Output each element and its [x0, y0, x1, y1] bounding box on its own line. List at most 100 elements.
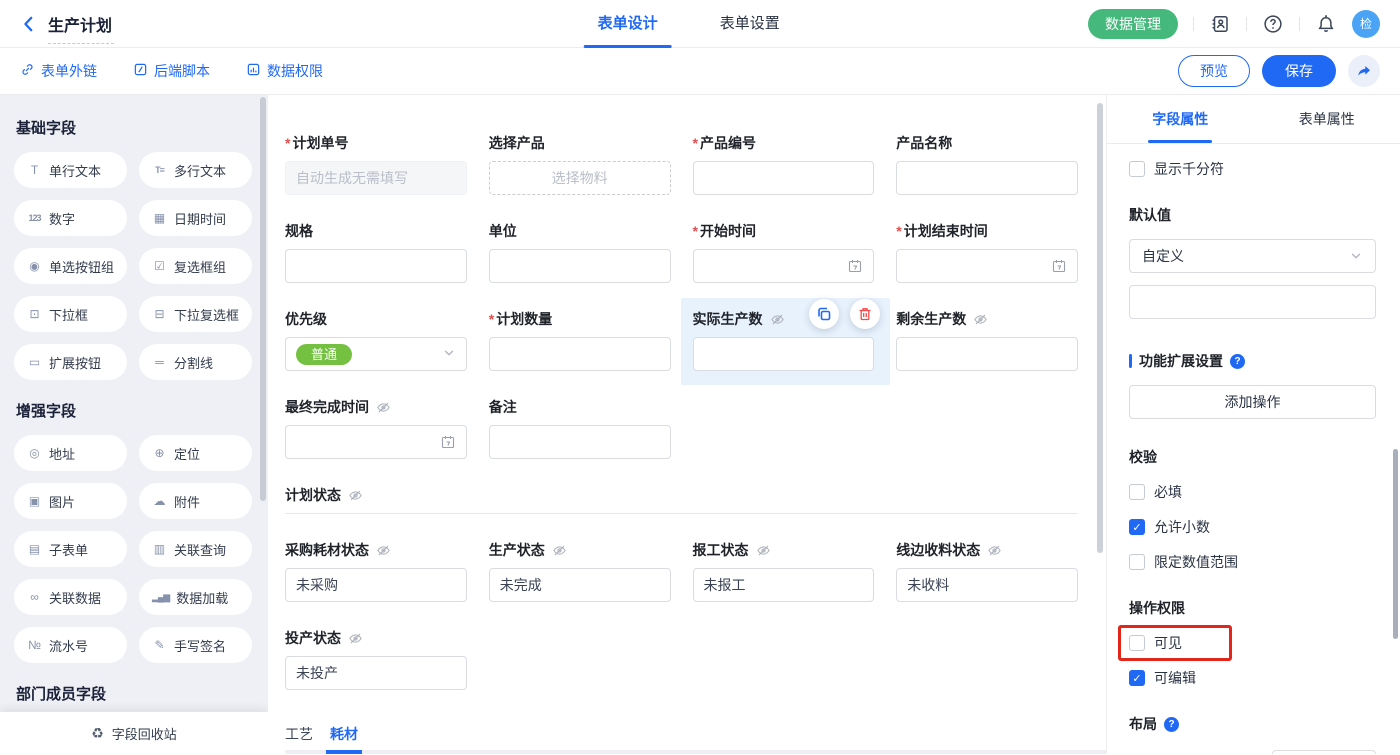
form-field[interactable]: *计划数量: [489, 309, 671, 371]
default-value-input[interactable]: [1129, 285, 1376, 319]
status-value-input[interactable]: 未采购: [285, 568, 467, 602]
help-circle-icon[interactable]: ?: [1164, 717, 1179, 732]
form-field[interactable]: 备注: [489, 397, 671, 459]
checkbox[interactable]: ✓: [1129, 670, 1145, 686]
field-type-item[interactable]: ☁附件: [139, 483, 252, 519]
panel-scrollbar[interactable]: [1393, 449, 1398, 639]
form-field[interactable]: 选择产品选择物料: [489, 133, 671, 195]
field-width-select[interactable]: 1/4: [1272, 750, 1376, 754]
validation-option[interactable]: 必填: [1129, 482, 1182, 502]
default-value-select[interactable]: 自定义: [1129, 239, 1376, 273]
field-type-item[interactable]: T≡多行文本: [139, 152, 252, 188]
status-value-input[interactable]: 未报工: [693, 568, 875, 602]
form-field[interactable]: 优先级普通: [285, 309, 467, 371]
field-type-item[interactable]: ▣图片: [14, 483, 127, 519]
form-field[interactable]: 产品名称: [896, 133, 1078, 195]
field-type-item[interactable]: №流水号: [14, 627, 127, 663]
form-field[interactable]: 规格: [285, 221, 467, 283]
field-type-item[interactable]: ∞关联数据: [14, 579, 127, 615]
header-tab[interactable]: 表单设计: [576, 0, 680, 48]
form-field[interactable]: 单位: [489, 221, 671, 283]
panel-tab[interactable]: 表单属性: [1254, 95, 1400, 143]
field-type-item[interactable]: T单行文本: [14, 152, 127, 188]
data-manage-button[interactable]: 数据管理: [1088, 9, 1178, 39]
priority-select[interactable]: 普通: [285, 337, 467, 371]
date-input[interactable]: [285, 425, 467, 459]
field-type-item[interactable]: ═分割线: [139, 344, 252, 380]
form-field[interactable]: 生产状态未完成: [489, 540, 671, 602]
thousand-separator-checkbox-row[interactable]: 显示千分符: [1129, 159, 1224, 179]
avatar[interactable]: 检: [1352, 10, 1380, 38]
status-value-input[interactable]: 未收料: [896, 568, 1078, 602]
toolbar-link[interactable]: 表单外链: [20, 61, 97, 81]
validation-option[interactable]: ✓允许小数: [1129, 517, 1210, 537]
field-type-item[interactable]: ▭扩展按钮: [14, 344, 127, 380]
form-field[interactable]: *计划结束时间: [896, 221, 1078, 283]
field-type-item[interactable]: 123数字: [14, 200, 127, 236]
field-recycle-bin[interactable]: ♻字段回收站: [0, 712, 268, 754]
subform-tab[interactable]: 工艺: [285, 724, 313, 750]
page-title[interactable]: 生产计划: [48, 12, 120, 36]
preview-button[interactable]: 预览: [1178, 55, 1250, 87]
validation-option[interactable]: 限定数值范围: [1129, 552, 1238, 572]
field-input-disabled[interactable]: 自动生成无需填写: [285, 161, 467, 195]
form-field[interactable]: 采购耗材状态未采购: [285, 540, 467, 602]
form-field[interactable]: 剩余生产数: [896, 309, 1078, 371]
copy-field-button[interactable]: [809, 299, 839, 329]
address-book-icon[interactable]: [1209, 13, 1231, 35]
text-input[interactable]: [693, 161, 875, 195]
text-input[interactable]: [285, 249, 467, 283]
field-type-item[interactable]: ◉单选按钮组: [14, 248, 127, 284]
field-type-item[interactable]: ▂▄▆数据加载: [139, 579, 252, 615]
text-input[interactable]: [896, 337, 1078, 371]
field-type-item[interactable]: ⊡下拉框: [14, 296, 127, 332]
status-value-input[interactable]: 未完成: [489, 568, 671, 602]
text-input[interactable]: [489, 249, 671, 283]
checkbox[interactable]: [1129, 484, 1145, 500]
form-field[interactable]: 实际生产数: [693, 309, 875, 371]
field-type-item[interactable]: ▥关联查询: [139, 531, 252, 567]
header-tab[interactable]: 表单设置: [698, 0, 802, 48]
form-field[interactable]: *开始时间: [693, 221, 875, 283]
add-operation-button[interactable]: 添加操作: [1129, 385, 1376, 419]
save-button[interactable]: 保存: [1262, 55, 1336, 87]
subform-tab[interactable]: 耗材: [330, 724, 358, 750]
share-button[interactable]: [1348, 55, 1380, 87]
field-type-item[interactable]: ◎地址: [14, 435, 127, 471]
date-input[interactable]: [896, 249, 1078, 283]
text-input[interactable]: [693, 337, 875, 371]
field-type-item[interactable]: ▦日期时间: [139, 200, 252, 236]
select-material-button[interactable]: 选择物料: [489, 161, 671, 195]
toolbar-link[interactable]: 后端脚本: [133, 61, 210, 81]
form-field[interactable]: *计划单号自动生成无需填写: [285, 133, 467, 195]
field-type-item[interactable]: ⊕定位: [139, 435, 252, 471]
sidebar-scrollbar[interactable]: [260, 97, 266, 501]
form-field[interactable]: 线边收料状态未收料: [896, 540, 1078, 602]
text-input[interactable]: [489, 337, 671, 371]
back-button[interactable]: [20, 15, 38, 33]
field-type-item[interactable]: ✎手写签名: [139, 627, 252, 663]
status-value-input[interactable]: 未投产: [285, 656, 467, 690]
text-input[interactable]: [896, 161, 1078, 195]
text-input[interactable]: [489, 425, 671, 459]
checkbox[interactable]: [1129, 554, 1145, 570]
form-field[interactable]: 计划状态: [285, 485, 1078, 514]
bell-icon[interactable]: [1315, 13, 1337, 35]
date-input[interactable]: [693, 249, 875, 283]
form-field[interactable]: 报工状态未报工: [693, 540, 875, 602]
panel-tab[interactable]: 字段属性: [1107, 95, 1254, 143]
field-type-item[interactable]: ⊟下拉复选框: [139, 296, 252, 332]
form-field[interactable]: 最终完成时间: [285, 397, 467, 459]
field-type-item[interactable]: ☑复选框组: [139, 248, 252, 284]
field-type-item[interactable]: ▤子表单: [14, 531, 127, 567]
permission-option[interactable]: ✓可编辑: [1129, 668, 1196, 688]
permission-option[interactable]: 可见: [1129, 633, 1182, 653]
checkbox[interactable]: [1129, 635, 1145, 651]
checkbox[interactable]: [1129, 161, 1145, 177]
delete-field-button[interactable]: [850, 299, 880, 329]
help-circle-icon[interactable]: ?: [1230, 354, 1245, 369]
canvas-scrollbar[interactable]: [1097, 103, 1103, 553]
toolbar-link[interactable]: 数据权限: [246, 61, 323, 81]
form-field[interactable]: 投产状态未投产: [285, 628, 467, 690]
help-icon[interactable]: [1262, 13, 1284, 35]
